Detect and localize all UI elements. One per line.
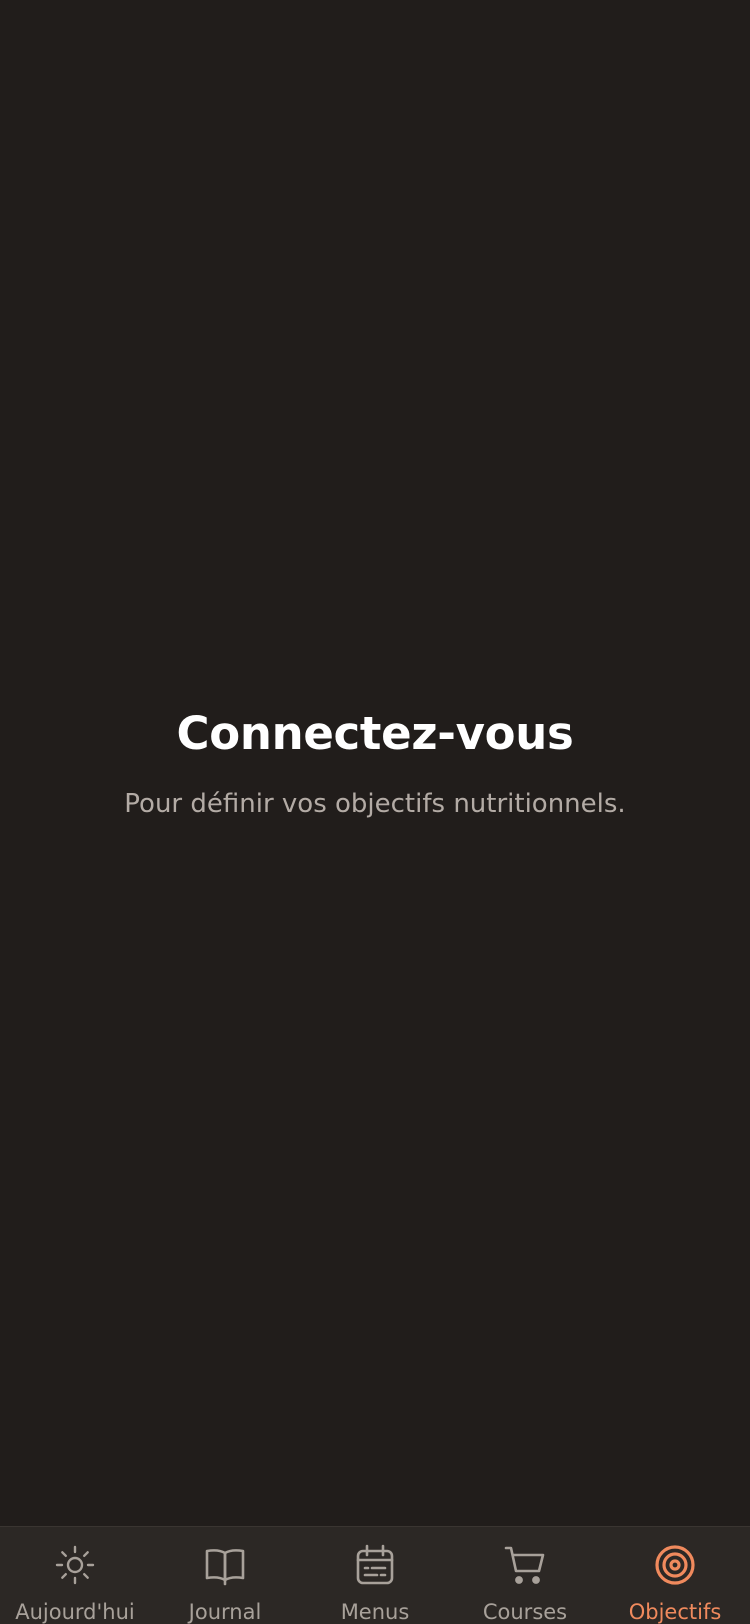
cart-icon — [503, 1543, 547, 1587]
tab-today[interactable]: Aujourd'hui — [0, 1527, 150, 1624]
book-icon — [203, 1543, 247, 1587]
tab-courses[interactable]: Courses — [450, 1527, 600, 1624]
tab-label: Aujourd'hui — [15, 1600, 135, 1624]
tab-label: Menus — [340, 1600, 410, 1624]
target-icon — [653, 1543, 697, 1587]
tab-objectifs[interactable]: Objectifs — [600, 1527, 750, 1624]
bottom-tab-bar: Aujourd'hui Journal Menus Courses Object… — [0, 1526, 750, 1624]
tab-journal[interactable]: Journal — [150, 1527, 300, 1624]
main-content: Connectez-vous Pour définir vos objectif… — [0, 0, 750, 1526]
calendar-icon — [353, 1543, 397, 1587]
tab-label: Courses — [482, 1600, 568, 1624]
page-subtitle: Pour définir vos objectifs nutritionnels… — [124, 789, 626, 819]
tab-label: Journal — [188, 1600, 262, 1624]
tab-menus[interactable]: Menus — [300, 1527, 450, 1624]
sun-icon — [53, 1543, 97, 1587]
page-title: Connectez-vous — [176, 707, 574, 760]
tab-label: Objectifs — [628, 1600, 722, 1624]
